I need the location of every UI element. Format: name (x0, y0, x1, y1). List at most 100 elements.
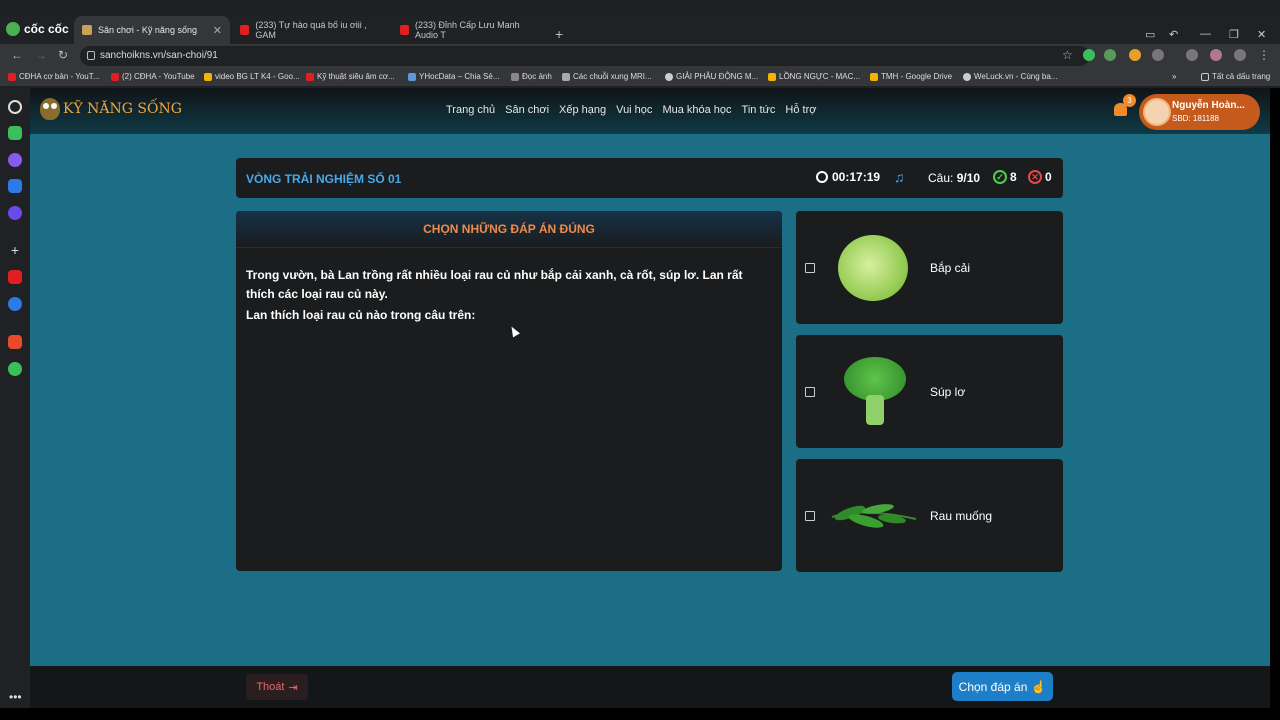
bookmark-item[interactable]: GIẢI PHẪU ĐỘNG M... (665, 72, 758, 81)
more-bookmarks-icon[interactable]: » (1172, 72, 1176, 81)
facebook-icon[interactable] (8, 297, 22, 311)
youtube-icon[interactable] (8, 270, 22, 284)
menu-icon[interactable]: ⋮ (1258, 48, 1270, 62)
exit-button[interactable]: Thoát ⇥ (246, 674, 308, 700)
bookmark-item[interactable]: WeLuck.vn - Cùng ba... (963, 72, 1057, 81)
reload-icon[interactable]: ↻ (58, 48, 68, 62)
add-icon[interactable]: + (8, 243, 22, 257)
site-logo[interactable]: KỸ NĂNG SỐNG (40, 98, 182, 120)
owl-favicon-icon (82, 25, 92, 35)
nav-item-news[interactable]: Tin tức (742, 104, 776, 116)
url-field[interactable]: sanchoikns.vn/san-choi/91 (80, 46, 1090, 66)
tab-title: (233) Tự hào quá bố iu ơiii , GAM (255, 20, 367, 40)
bookmark-item[interactable]: LỒNG NGỰC - MAC... (768, 72, 860, 81)
bookmark-label: (2) CĐHA - YouTube (122, 72, 195, 81)
more-icon[interactable]: ••• (9, 690, 22, 704)
user-name: Nguyễn Hoàn... (1172, 100, 1245, 111)
zalo-icon[interactable] (8, 179, 22, 193)
drive-icon (870, 72, 878, 81)
tab-youtube-1[interactable]: (233) Tự hào quá bố iu ơiii , GAM (232, 16, 390, 44)
correct-value: 8 (1010, 170, 1017, 184)
bookmark-label: Các chuỗi xung MRI... (573, 72, 652, 81)
extension-icon[interactable] (1129, 49, 1141, 61)
nav-item-fun-learning[interactable]: Vui học (616, 104, 652, 116)
close-tab-icon[interactable]: ✕ (213, 24, 222, 37)
new-tab-button[interactable]: + (555, 26, 563, 42)
answer-option-cabbage[interactable]: Bắp cải (796, 211, 1063, 324)
nav-item-support[interactable]: Hỗ trợ (785, 104, 816, 116)
bookmark-item[interactable]: (2) CĐHA - YouTube (111, 72, 195, 81)
choose-label: Chọn đáp án (958, 679, 1028, 694)
answer-option-water-spinach[interactable]: Rau muống (796, 459, 1063, 572)
star-icon[interactable]: ☆ (1062, 48, 1073, 62)
puzzle-icon[interactable] (1152, 49, 1164, 61)
choose-answer-button[interactable]: Chọn đáp án ☝ (952, 672, 1053, 701)
question-prompt: Lan thích loại rau củ nào trong câu trên… (246, 308, 476, 322)
bookmark-item[interactable]: CĐHA cơ bản - YouT... (8, 72, 99, 81)
bookmark-item[interactable]: video BG LT K4 - Goo... (204, 72, 300, 81)
answer-checkbox[interactable] (805, 263, 815, 273)
back-history-icon[interactable]: ↶ (1169, 28, 1178, 41)
page-content: KỸ NĂNG SỐNG Trang chủ Sân chơi Xếp hạng… (30, 88, 1270, 708)
drive-icon (768, 72, 776, 81)
water-spinach-icon (831, 504, 917, 528)
nav-item-ranking[interactable]: Xếp hạng (559, 104, 606, 116)
bookmark-item[interactable]: Đọc ảnh (511, 72, 552, 81)
drive-icon (204, 72, 212, 81)
bookmark-item[interactable]: Kỹ thuật siêu âm cơ... (306, 72, 395, 81)
tab-title: Sân chơi - Kỹ năng sống (98, 25, 197, 35)
all-bookmarks-folder[interactable]: Tất cả dấu trang (1201, 72, 1270, 81)
close-window-button[interactable]: ✕ (1257, 28, 1266, 41)
nav-item-buy-course[interactable]: Mua khóa học (662, 104, 731, 116)
owl-logo-icon (40, 98, 60, 120)
answer-option-broccoli[interactable]: Súp lơ (796, 335, 1063, 448)
bookmarks-bar: CĐHA cơ bản - YouT... (2) CĐHA - YouTube… (0, 68, 1280, 86)
brand-label: cốc cốc (24, 22, 69, 36)
restore-button[interactable]: ❐ (1229, 28, 1239, 41)
wrong-count: ✕ 0 (1028, 170, 1052, 184)
tab-bar: cốc cốc Sân chơi - Kỹ năng sống ✕ (233) T… (0, 12, 1280, 44)
answer-checkbox[interactable] (805, 511, 815, 521)
site-icon (562, 72, 570, 81)
nav-item-home[interactable]: Trang chủ (446, 104, 495, 116)
tab-youtube-2[interactable]: (233) Đỉnh Cấp Lưu Manh Audio T (392, 16, 547, 44)
answer-checkbox[interactable] (805, 387, 815, 397)
hand-pointer-icon: ☝ (1031, 679, 1047, 694)
user-menu[interactable]: Nguyễn Hoàn... SBD: 181188 (1139, 94, 1260, 130)
minimize-button[interactable]: — (1200, 28, 1211, 40)
history-icon[interactable] (8, 100, 22, 114)
bookmark-item[interactable]: YHocData – Chia Sẻ... (408, 72, 499, 81)
question-panel: CHỌN NHỮNG ĐÁP ÁN ĐÚNG Trong vườn, bà La… (236, 211, 782, 571)
browser-chrome: cốc cốc Sân chơi - Kỹ năng sống ✕ (233) T… (0, 0, 1280, 88)
messenger-icon[interactable] (8, 153, 22, 167)
logo-text: KỸ NĂNG SỐNG (63, 101, 182, 117)
answer-label: Bắp cải (930, 261, 971, 275)
tab-search-icon[interactable]: ▭ (1145, 28, 1155, 41)
search-app-icon[interactable] (8, 206, 22, 220)
ai-icon[interactable] (8, 126, 22, 140)
logout-icon: ⇥ (288, 681, 298, 694)
reading-list-icon[interactable] (1186, 49, 1198, 61)
url-text: sanchoikns.vn/san-choi/91 (100, 50, 218, 61)
bookmark-item[interactable]: Các chuỗi xung MRI... (562, 72, 652, 81)
youtube-icon (306, 72, 314, 81)
bookmark-label: CĐHA cơ bản - YouT... (19, 72, 100, 81)
round-bar: VÒNG TRẢI NGHIỆM SỐ 01 00:17:19 ♫ Câu: 9… (236, 158, 1063, 198)
extension-icon[interactable] (1104, 49, 1116, 61)
back-icon[interactable]: ← (11, 48, 23, 62)
tab-san-choi[interactable]: Sân chơi - Kỹ năng sống ✕ (74, 16, 230, 44)
bookmark-label: video BG LT K4 - Goo... (215, 72, 300, 81)
bookmark-label: LỒNG NGỰC - MAC... (779, 72, 861, 81)
extension-icon[interactable] (1083, 49, 1095, 61)
shopee-icon[interactable] (8, 335, 22, 349)
nav-item-playground[interactable]: Sân chơi (505, 104, 549, 116)
profile-icon[interactable] (1210, 49, 1222, 61)
music-icon[interactable]: ♫ (894, 169, 905, 185)
download-icon[interactable] (1234, 49, 1246, 61)
bookmark-item[interactable]: TMH - Google Drive (870, 72, 952, 81)
youtube-favicon-icon (240, 25, 250, 35)
question-text: Trong vườn, bà Lan trồng rất nhiều loại … (246, 268, 743, 301)
app-icon[interactable] (8, 362, 22, 376)
site-header: KỸ NĂNG SỐNG Trang chủ Sân chơi Xếp hạng… (30, 88, 1270, 134)
forward-icon[interactable]: → (35, 48, 47, 62)
